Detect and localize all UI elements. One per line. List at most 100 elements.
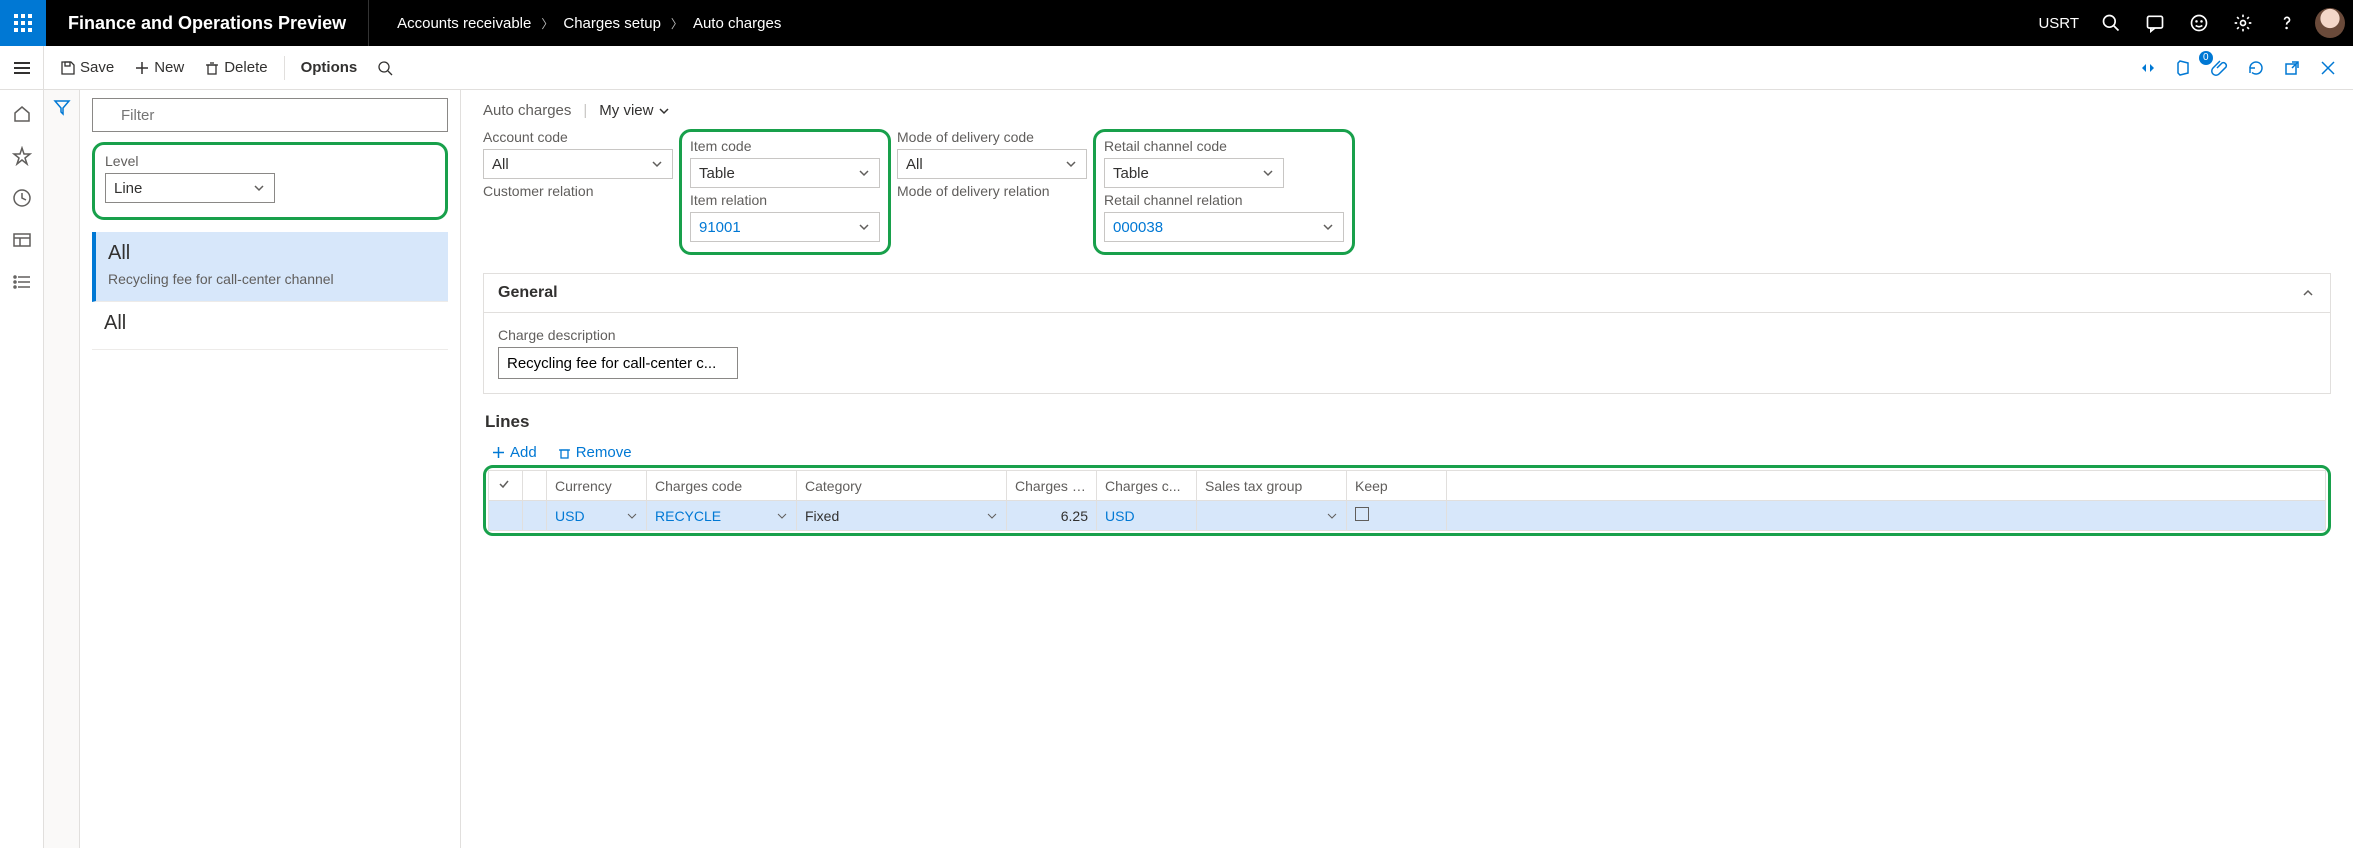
charges-code-cell[interactable]: RECYCLE	[647, 501, 797, 531]
col-category[interactable]: Category	[797, 471, 1007, 501]
col-sales-tax[interactable]: Sales tax group	[1197, 471, 1347, 501]
delivery-code-select[interactable]: All	[897, 149, 1087, 179]
options-button[interactable]: Options	[293, 55, 366, 80]
list-item[interactable]: All	[92, 302, 448, 350]
breadcrumb-item[interactable]: Charges setup	[563, 15, 661, 32]
breadcrumb-item[interactable]: Accounts receivable	[397, 15, 531, 32]
breadcrumb-item[interactable]: Auto charges	[693, 15, 781, 32]
delivery-relation-label: Mode of delivery relation	[897, 183, 1087, 199]
funnel-icon	[53, 98, 71, 116]
list-item-subtitle: Recycling fee for call-center channel	[108, 271, 436, 287]
find-button[interactable]	[369, 56, 401, 80]
messages-button[interactable]	[2135, 0, 2175, 46]
grid-header-row: Currency Charges code Category Charges v…	[489, 471, 2326, 501]
delete-label: Delete	[224, 59, 267, 76]
customer-relation-label: Customer relation	[483, 183, 673, 199]
save-button[interactable]: Save	[52, 55, 122, 80]
list-item[interactable]: All Recycling fee for call-center channe…	[92, 232, 448, 302]
top-bar: Finance and Operations Preview Accounts …	[0, 0, 2353, 46]
item-code-select[interactable]: Table	[690, 158, 880, 188]
general-fasttab: General Charge description	[483, 273, 2331, 394]
home-button[interactable]	[12, 104, 32, 124]
col-keep[interactable]: Keep	[1347, 471, 1447, 501]
item-code-label: Item code	[690, 138, 880, 154]
retail-relation-label: Retail channel relation	[1104, 192, 1344, 208]
home-icon	[12, 104, 32, 124]
help-icon	[2277, 13, 2297, 33]
check-icon	[497, 477, 511, 491]
message-icon	[2145, 13, 2165, 33]
close-button[interactable]	[2313, 53, 2343, 83]
checkbox-empty-icon	[1355, 507, 1369, 521]
table-row[interactable]: USD RECYCLE Fixed 6.25 USD	[489, 501, 2326, 531]
item-relation-select[interactable]: 91001	[690, 212, 880, 242]
select-all-header[interactable]	[489, 471, 523, 501]
breadcrumb: Accounts receivable 〉 Charges setup 〉 Au…	[369, 15, 809, 32]
modules-button[interactable]	[12, 272, 32, 292]
currency-cell[interactable]: USD	[547, 501, 647, 531]
user-avatar[interactable]	[2315, 8, 2345, 38]
popout-button[interactable]	[2277, 53, 2307, 83]
charges-value-cell[interactable]: 6.25	[1007, 501, 1097, 531]
col-charges-code[interactable]: Charges code	[647, 471, 797, 501]
feedback-button[interactable]	[2179, 0, 2219, 46]
settings-button[interactable]	[2223, 0, 2263, 46]
item-highlight: Item code Table Item relation 91001	[679, 129, 891, 255]
list-icon	[12, 272, 32, 292]
recent-button[interactable]	[12, 188, 32, 208]
sales-tax-cell[interactable]	[1197, 501, 1347, 531]
app-launcher-button[interactable]	[0, 0, 46, 46]
account-code-select[interactable]: All	[483, 149, 673, 179]
help-button[interactable]	[2267, 0, 2307, 46]
company-code[interactable]: USRT	[2030, 15, 2087, 32]
retail-code-select[interactable]: Table	[1104, 158, 1284, 188]
col-currency[interactable]: Currency	[547, 471, 647, 501]
separator	[284, 56, 285, 80]
delivery-relation-value	[897, 203, 1087, 233]
clock-icon	[12, 188, 32, 208]
view-selector[interactable]: My view	[599, 102, 671, 119]
col-charges-currency[interactable]: Charges c...	[1097, 471, 1197, 501]
connector-button[interactable]	[2133, 53, 2163, 83]
charges-currency-cell[interactable]: USD	[1097, 501, 1197, 531]
level-select[interactable]: Line	[105, 173, 275, 203]
filter-input[interactable]	[92, 98, 448, 132]
delete-button[interactable]: Delete	[196, 55, 275, 80]
attachments-button[interactable]: 0	[2205, 53, 2235, 83]
office-button[interactable]	[2169, 53, 2199, 83]
chevron-up-icon	[2300, 285, 2316, 301]
workspaces-button[interactable]	[12, 230, 32, 250]
col-charges-value[interactable]: Charges v...	[1007, 471, 1097, 501]
refresh-icon	[2247, 59, 2265, 77]
chevron-down-icon	[252, 181, 266, 195]
main-content: Auto charges | My view Account code All …	[461, 90, 2353, 848]
gear-icon	[2233, 13, 2253, 33]
item-relation-label: Item relation	[690, 192, 880, 208]
new-button[interactable]: New	[126, 55, 192, 80]
keep-cell[interactable]	[1347, 501, 1447, 531]
retail-relation-select[interactable]: 000038	[1104, 212, 1344, 242]
remove-line-button[interactable]: Remove	[557, 444, 632, 461]
smiley-icon	[2189, 13, 2209, 33]
lines-title: Lines	[485, 412, 2331, 432]
row-select-cell[interactable]	[489, 501, 523, 531]
add-line-button[interactable]: Add	[491, 444, 537, 461]
charge-desc-input[interactable]	[498, 347, 738, 379]
command-bar: Save New Delete Options 0	[0, 46, 2353, 90]
refresh-button[interactable]	[2241, 53, 2271, 83]
filter-pane-toggle[interactable]	[44, 90, 80, 848]
favorites-button[interactable]	[12, 146, 32, 166]
plus-icon	[491, 445, 506, 460]
chevron-down-icon	[857, 166, 871, 180]
body: Level Line All Recycling fee for call-ce…	[0, 90, 2353, 848]
hamburger-icon	[12, 58, 32, 78]
nav-toggle-button[interactable]	[0, 46, 44, 89]
category-cell[interactable]: Fixed	[797, 501, 1007, 531]
chevron-down-icon	[1261, 166, 1275, 180]
general-header[interactable]: General	[484, 274, 2330, 313]
retail-code-label: Retail channel code	[1104, 138, 1344, 154]
search-button[interactable]	[2091, 0, 2131, 46]
nav-panel: Level Line All Recycling fee for call-ce…	[44, 90, 461, 848]
search-icon	[377, 60, 393, 76]
charge-desc-label: Charge description	[498, 327, 2316, 343]
